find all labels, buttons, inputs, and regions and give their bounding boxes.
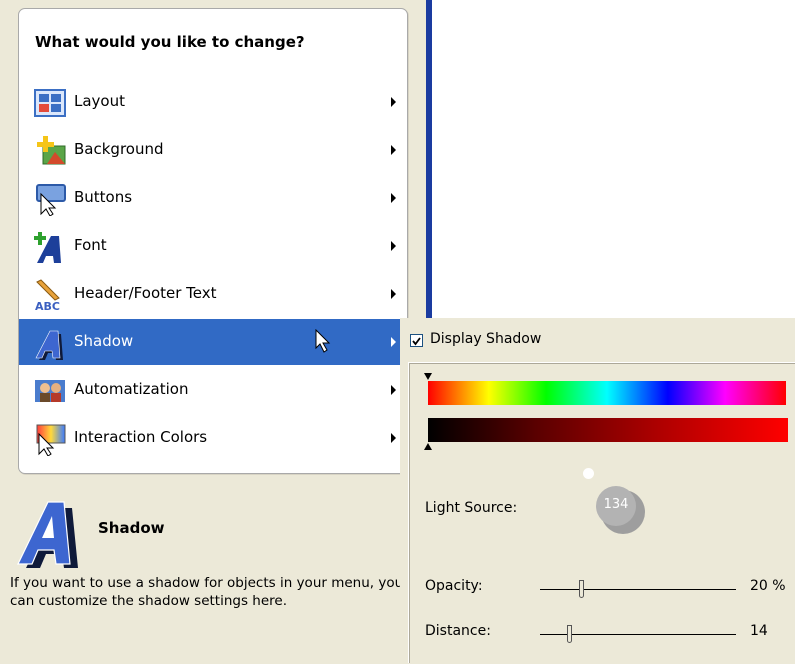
menu-item-label: Header/Footer Text [74, 284, 217, 302]
font-plus-icon [34, 232, 61, 263]
menu-item-shadow[interactable]: Shadow [19, 319, 407, 365]
preview-area [432, 0, 795, 318]
menu-title: What would you like to change? [35, 33, 305, 51]
distance-label: Distance: [425, 623, 491, 639]
opacity-slider-thumb[interactable] [579, 580, 585, 598]
background-picture-icon [37, 136, 66, 165]
interaction-colors-icon [36, 424, 66, 456]
menu-item-background[interactable]: Background [19, 127, 407, 173]
submenu-arrow-icon [391, 145, 396, 155]
change-menu: What would you like to change? Layout Ba… [18, 8, 408, 474]
shade-color-bar[interactable] [428, 418, 788, 442]
opacity-label: Opacity: [425, 578, 483, 594]
abc-pencil-icon: ABC [35, 279, 60, 312]
opacity-value: 20 % [750, 578, 786, 594]
mouse-pointer-icon [315, 329, 331, 353]
menu-item-label: Buttons [74, 188, 133, 206]
light-source-value: 134 [603, 497, 629, 512]
hue-marker-icon[interactable] [424, 373, 432, 380]
automatization-people-icon [35, 380, 65, 402]
menu-item-label: Background [74, 140, 164, 158]
submenu-arrow-icon [391, 433, 396, 443]
svg-text:ABC: ABC [35, 300, 60, 312]
submenu-arrow-icon [391, 289, 396, 299]
menu-item-buttons[interactable]: Buttons [19, 175, 407, 221]
submenu-arrow-icon [391, 385, 396, 395]
description-title: Shadow [98, 519, 165, 537]
menu-item-layout[interactable]: Layout [19, 79, 407, 125]
preview-accent-bar [426, 0, 432, 318]
distance-slider-thumb[interactable] [567, 625, 573, 643]
layout-grid-icon [34, 89, 66, 117]
description-text: If you want to use a shadow for objects … [10, 575, 404, 609]
checkmark-icon [412, 337, 421, 346]
submenu-arrow-icon [391, 97, 396, 107]
light-position-dot[interactable] [583, 468, 594, 479]
shadow-settings-panel: Display Shadow Light Source: 134 Opacity… [400, 318, 795, 664]
submenu-arrow-icon [391, 337, 396, 347]
menu-item-label: Automatization [74, 380, 189, 398]
display-shadow-label[interactable]: Display Shadow [430, 331, 541, 347]
menu-item-label: Interaction Colors [74, 428, 208, 446]
menu-item-interaction-colors[interactable]: Interaction Colors [19, 415, 407, 461]
menu-item-label: Font [74, 236, 107, 254]
submenu-arrow-icon [391, 241, 396, 251]
submenu-arrow-icon [391, 193, 396, 203]
button-cursor-icon [36, 184, 66, 216]
shadow-large-icon [17, 501, 78, 568]
shade-marker-icon[interactable] [424, 443, 432, 450]
menu-item-label: Shadow [74, 332, 134, 350]
display-shadow-checkbox[interactable] [410, 334, 423, 347]
menu-item-label: Layout [74, 92, 125, 110]
menu-item-automatization[interactable]: Automatization [19, 367, 407, 413]
shadow-letter-icon [35, 330, 63, 360]
distance-value: 14 [750, 623, 768, 639]
light-source-label: Light Source: [425, 500, 518, 516]
menu-item-font[interactable]: Font [19, 223, 407, 269]
menu-item-header-footer-text[interactable]: ABC Header/Footer Text [19, 271, 407, 317]
hue-color-bar[interactable] [428, 381, 786, 405]
opacity-slider-track[interactable] [540, 589, 736, 590]
